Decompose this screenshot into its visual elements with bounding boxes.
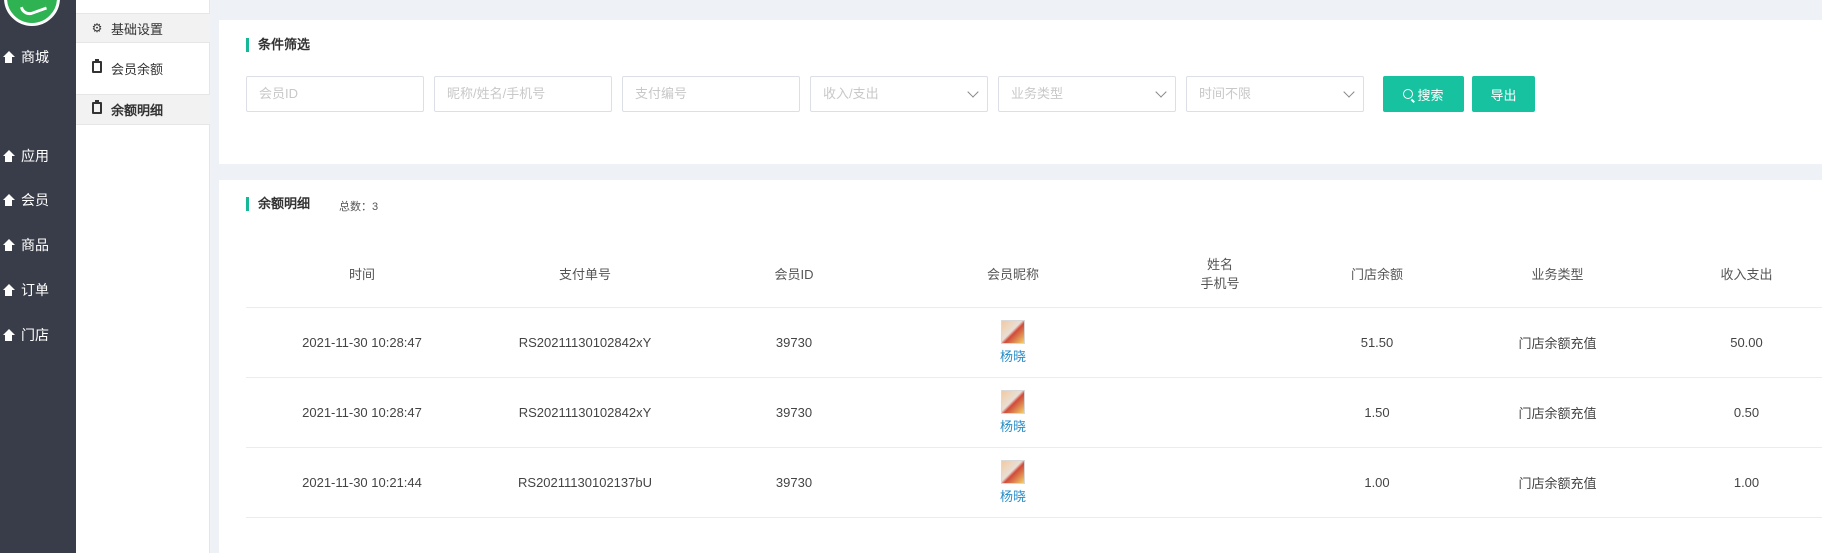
- col-biz-type: 业务类型: [1531, 266, 1584, 282]
- cell-time: 2021-11-30 10:28:47: [246, 306, 478, 377]
- clipboard-icon: [91, 100, 103, 117]
- nav-item-orders[interactable]: 订单: [0, 275, 76, 305]
- export-button[interactable]: 导出: [1472, 76, 1535, 112]
- cell-biz-type: 门店余额充值: [1444, 306, 1671, 377]
- search-button[interactable]: 搜索: [1383, 76, 1464, 112]
- secondary-sidebar: ⚙ 基础设置 会员余额 余额明细: [76, 0, 210, 553]
- subnav-item-label: 基础设置: [111, 21, 164, 37]
- col-phone: 手机号: [1200, 276, 1240, 292]
- home-icon: [2, 284, 15, 296]
- nav-item-label: 门店: [21, 327, 49, 343]
- nickname-link[interactable]: 杨晓: [896, 346, 1130, 365]
- col-store-balance: 门店余额: [1350, 266, 1403, 282]
- subnav-item-basic-settings[interactable]: ⚙ 基础设置: [76, 13, 210, 43]
- income-expense-select[interactable]: 收入/支出: [810, 76, 988, 112]
- col-pay-no: 支付单号: [558, 266, 611, 282]
- home-icon: [2, 194, 15, 206]
- cell-store-balance: 1.00: [1310, 446, 1444, 518]
- home-icon: [2, 51, 15, 63]
- main-sidebar: 商城 应用 会员 商品 订单 门店: [0, 0, 76, 553]
- balance-table: 时间 支付单号 会员ID 会员昵称 姓名 手机号 门店余额 业务类型 收入支出 …: [246, 240, 1822, 518]
- subnav-item-label: 会员余额: [111, 61, 164, 77]
- cell-pay-no: RS20211130102842xY: [478, 376, 692, 447]
- cell-pay-no: RS20211130102842xY: [478, 306, 692, 377]
- chevron-down-icon: [1343, 86, 1355, 98]
- cell-store-balance: 51.50: [1310, 306, 1444, 377]
- nav-item-mall[interactable]: 商城: [0, 42, 76, 72]
- table-row: 2021-11-30 10:21:44 RS20211130102137bU 3…: [246, 446, 1822, 518]
- cell-biz-type: 门店余额充值: [1444, 446, 1671, 518]
- business-type-select[interactable]: 业务类型: [998, 76, 1176, 112]
- select-value: 收入/支出: [823, 86, 879, 101]
- avatar: [1001, 389, 1025, 414]
- cell-income-expense: 1.00: [1671, 446, 1822, 518]
- member-id-input[interactable]: 会员ID: [246, 76, 424, 112]
- cell-income-expense: 0.50: [1671, 376, 1822, 447]
- col-name-phone: 姓名 手机号: [1130, 240, 1310, 307]
- name-phone-input[interactable]: 昵称/姓名/手机号: [434, 76, 612, 112]
- col-time: 时间: [348, 266, 375, 282]
- subnav-item-balance-detail[interactable]: 余额明细: [76, 94, 210, 125]
- search-button-label: 搜索: [1417, 87, 1444, 103]
- cell-member-id: 39730: [692, 446, 896, 518]
- col-income-expense: 收入支出: [1720, 266, 1773, 282]
- balance-detail-panel: 余额明细 总数：3 时间 支付单号 会员ID 会员昵称 姓名 手机号 门店余额 …: [219, 180, 1822, 553]
- export-button-label: 导出: [1490, 87, 1517, 103]
- logo: [4, 0, 60, 26]
- search-icon: [1403, 89, 1414, 99]
- total-count: 总数：3: [339, 201, 379, 213]
- nickname-link[interactable]: 杨晓: [896, 486, 1130, 505]
- col-nickname: 会员昵称: [986, 266, 1039, 282]
- cell-nickname: 杨晓: [896, 376, 1130, 447]
- cell-member-id: 39730: [692, 306, 896, 377]
- cell-nickname: 杨晓: [896, 306, 1130, 377]
- nav-item-label: 会员: [21, 192, 49, 208]
- subnav-item-label: 余额明细: [111, 103, 164, 118]
- time-range-select[interactable]: 时间不限: [1186, 76, 1364, 112]
- cell-time: 2021-11-30 10:21:44: [246, 446, 478, 518]
- nav-item-apps[interactable]: 应用: [0, 141, 76, 171]
- nickname-link[interactable]: 杨晓: [896, 416, 1130, 435]
- nav-item-label: 订单: [21, 282, 49, 298]
- cell-income-expense: 50.00: [1671, 306, 1822, 377]
- chevron-down-icon: [1155, 86, 1167, 98]
- table-row: 2021-11-30 10:28:47 RS20211130102842xY 3…: [246, 376, 1822, 447]
- cell-time: 2021-11-30 10:28:47: [246, 376, 478, 447]
- clipboard-icon: [91, 58, 103, 76]
- pay-no-input[interactable]: 支付编号: [622, 76, 800, 112]
- nav-item-label: 应用: [21, 148, 49, 164]
- filter-title: 条件筛选: [246, 38, 310, 52]
- nav-item-label: 商城: [21, 49, 49, 65]
- cell-name-phone: [1130, 446, 1310, 518]
- chevron-down-icon: [967, 86, 979, 98]
- nav-item-members[interactable]: 会员: [0, 185, 76, 215]
- home-icon: [2, 329, 15, 341]
- home-icon: [2, 239, 15, 251]
- cell-biz-type: 门店余额充值: [1444, 376, 1671, 447]
- cell-store-balance: 1.50: [1310, 376, 1444, 447]
- avatar: [1001, 459, 1025, 484]
- table-row: 2021-11-30 10:28:47 RS20211130102842xY 3…: [246, 306, 1822, 377]
- avatar: [1001, 319, 1025, 344]
- subnav-item-member-balance[interactable]: 会员余额: [76, 52, 210, 84]
- home-icon: [2, 150, 15, 162]
- col-name: 姓名: [1206, 257, 1233, 273]
- cell-name-phone: [1130, 376, 1310, 447]
- nav-item-goods[interactable]: 商品: [0, 230, 76, 260]
- table-header-row: 时间 支付单号 会员ID 会员昵称 姓名 手机号 门店余额 业务类型 收入支出: [246, 240, 1822, 307]
- nav-item-label: 商品: [21, 237, 49, 253]
- nav-item-stores[interactable]: 门店: [0, 320, 76, 350]
- col-member-id: 会员ID: [774, 266, 814, 282]
- list-title: 余额明细: [246, 197, 310, 211]
- gear-icon: ⚙: [91, 21, 103, 35]
- cell-name-phone: [1130, 306, 1310, 377]
- cell-member-id: 39730: [692, 376, 896, 447]
- select-value: 时间不限: [1199, 86, 1252, 101]
- cell-pay-no: RS20211130102137bU: [478, 446, 692, 518]
- cell-nickname: 杨晓: [896, 446, 1130, 518]
- filter-panel: 条件筛选 会员ID 昵称/姓名/手机号 支付编号 收入/支出 业务类型 时间不限…: [219, 20, 1822, 164]
- select-value: 业务类型: [1011, 86, 1064, 101]
